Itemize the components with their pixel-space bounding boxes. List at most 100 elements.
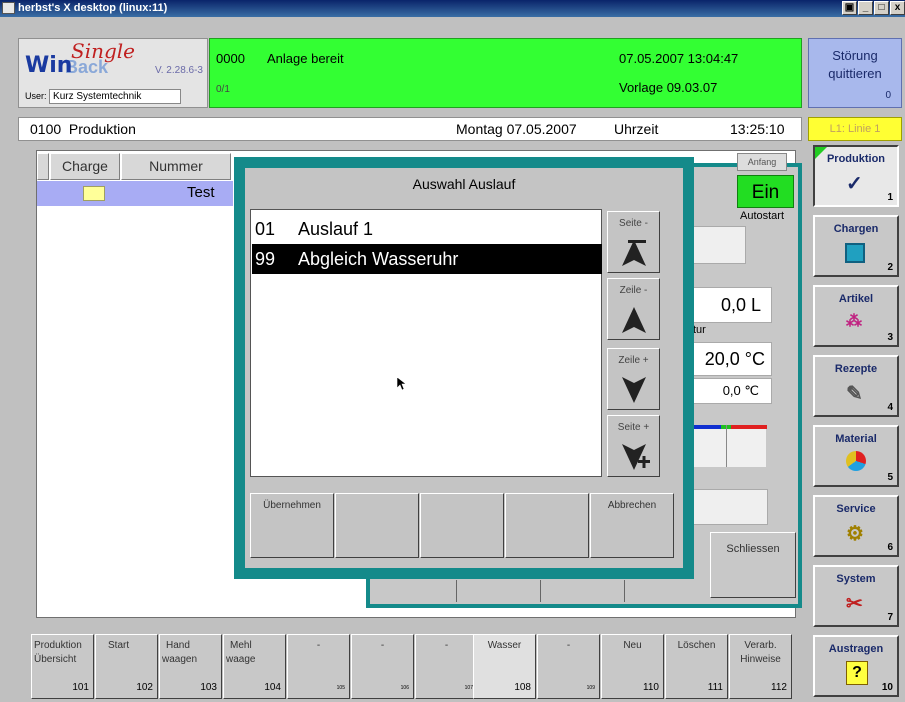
line-up-button[interactable]: Zeile - [607,278,660,340]
page-up-button[interactable]: Seite - [607,211,660,273]
book-icon: ✎ [846,383,863,405]
menu-chargen[interactable]: Chargen 2 [813,215,899,277]
button-label: Start [108,640,130,651]
bottom-button-112[interactable]: Verarb. Hinweise 112 [729,634,792,699]
button-number: 104 [264,682,281,693]
line-down-button[interactable]: Zeile + [607,348,660,410]
auslauf-list[interactable]: 01 Auslauf 1 99 Abgleich Wasseruhr [250,209,602,477]
logo-single-text: Single [71,39,136,63]
window-title: herbst's X desktop (linux:11) [18,2,168,14]
item-number: 99 [255,249,276,269]
close-button[interactable]: x [890,1,905,15]
menu-system[interactable]: System ✂ 7 [813,565,899,627]
minimize-button[interactable]: _ [858,1,873,15]
menu-label: Material [835,433,877,445]
button-label: - [444,640,449,651]
button-label: - [380,640,385,651]
menu-label: Rezepte [834,363,878,375]
bottom-button-109[interactable]: - 109 [537,634,600,699]
menu-number: 7 [887,612,893,623]
maximize-button[interactable]: □ [874,1,889,15]
status-vorlage: Vorlage 09.03.07 [619,80,718,95]
menu-label: Chargen [833,223,879,235]
menu-label: Produktion [826,153,886,165]
menu-rezepte[interactable]: Rezepte ✎ 4 [813,355,899,417]
menu-material[interactable]: Material 5 [813,425,899,487]
menu-label: Austragen [828,643,884,655]
auslauf-item-01[interactable]: 01 Auslauf 1 [252,214,602,244]
button-number: 111 [707,682,723,693]
page-down-label: Seite + [617,422,650,433]
bottom-button-107[interactable]: - 107 [415,634,478,699]
item-text: Abgleich Wasseruhr [298,249,459,269]
bottom-button-103[interactable]: Hand waagen 103 [159,634,222,699]
line-indicator[interactable]: L1: Linie 1 [808,117,902,141]
uhrzeit-label: Uhrzeit [614,121,659,137]
tree-icon: ⁂ [846,313,862,330]
status-panel: 0000 Anlage bereit 07.05.2007 13:04:47 V… [209,38,802,108]
temperature-delta-value: 0,0 ℃ [690,378,772,404]
column-header-nummer[interactable]: Nummer [121,153,231,180]
menu-service[interactable]: Service ⚙ 6 [813,495,899,557]
dialog-title: Auswahl Auslauf [412,176,516,192]
column-header-charge[interactable]: Charge [50,153,120,180]
dialog-blank-button-2[interactable] [420,493,504,558]
checkmark-icon: ✓ [846,173,863,195]
temperature-value: 20,0 °C [690,342,772,376]
status-code: 0000 [216,51,245,66]
ein-status[interactable]: Ein [737,175,794,208]
button-label: - [566,640,571,651]
dialog-blank-button-1[interactable] [335,493,419,558]
button-number: 110 [643,682,659,693]
button-number: 107 [464,685,473,691]
user-field: User: Kurz Systemtechnik [25,89,182,104]
uebernehmen-button[interactable]: Übernehmen [250,493,334,558]
bottom-button-104[interactable]: Mehl waage 104 [223,634,286,699]
bottom-button-110[interactable]: Neu 110 [601,634,664,699]
list-item[interactable]: Test [37,181,233,206]
stoerung-count: 0 [885,90,891,101]
bottom-button-102[interactable]: Start 102 [95,634,158,699]
button-label: Produktion Übersicht [34,640,82,665]
button-number: 102 [136,682,153,693]
menu-number: 3 [887,332,893,343]
menu-produktion[interactable]: Produktion ✓ 1 [813,145,899,207]
dialog-blank-button-3[interactable] [505,493,589,558]
button-label: Wasser [487,640,522,651]
bottom-button-106[interactable]: - 106 [351,634,414,699]
page-up-icon [622,240,646,266]
logo-win-text: Win [25,53,73,78]
bottom-button-108[interactable]: Wasser 108 [473,634,536,699]
bottom-button-101[interactable]: Produktion Übersicht 101 [31,634,94,699]
volume-value: 0,0 L [690,287,772,323]
menu-austragen[interactable]: Austragen ? 10 [813,635,899,697]
item-text: Auslauf 1 [298,219,374,239]
abbrechen-button[interactable]: Abbrechen [590,493,674,558]
menu-label: Service [836,503,876,515]
line-down-label: Zeile + [618,355,649,366]
line-up-label: Zeile - [619,285,648,296]
status-datetime: 07.05.2007 13:04:47 [619,51,739,66]
logo-panel: Back Win Single V. 2.28.6-3 User: Kurz S… [18,38,208,108]
bottom-button-111[interactable]: Löschen 111 [665,634,728,699]
value-field-2 [690,489,768,525]
info-bar: 0100 Produktion Montag 07.05.2007 Uhrzei… [18,117,802,141]
page-down-icon [622,444,650,470]
background-button-row [372,580,708,602]
version-label: V. 2.28.6-3 [154,65,203,76]
button-number: 109 [586,685,595,691]
menu-number: 6 [887,542,893,553]
window-titlebar: herbst's X desktop (linux:11) ▣ _ □ x [0,0,905,17]
bottom-button-105[interactable]: - 105 [287,634,350,699]
anfang-button[interactable]: Anfang [737,153,787,171]
schliessen-button[interactable]: Schliessen [710,532,796,598]
folder-icon [83,186,105,201]
window-menu-button[interactable]: ▣ [842,1,857,15]
auslauf-item-99[interactable]: 99 Abgleich Wasseruhr [252,244,602,274]
stoerung-quittieren-button[interactable]: Störung quittieren 0 [808,38,902,108]
list-item-name: Test [187,184,215,201]
menu-label: Artikel [838,293,874,305]
page-down-button[interactable]: Seite + [607,415,660,477]
menu-artikel[interactable]: Artikel ⁂ 3 [813,285,899,347]
active-indicator [815,147,827,159]
